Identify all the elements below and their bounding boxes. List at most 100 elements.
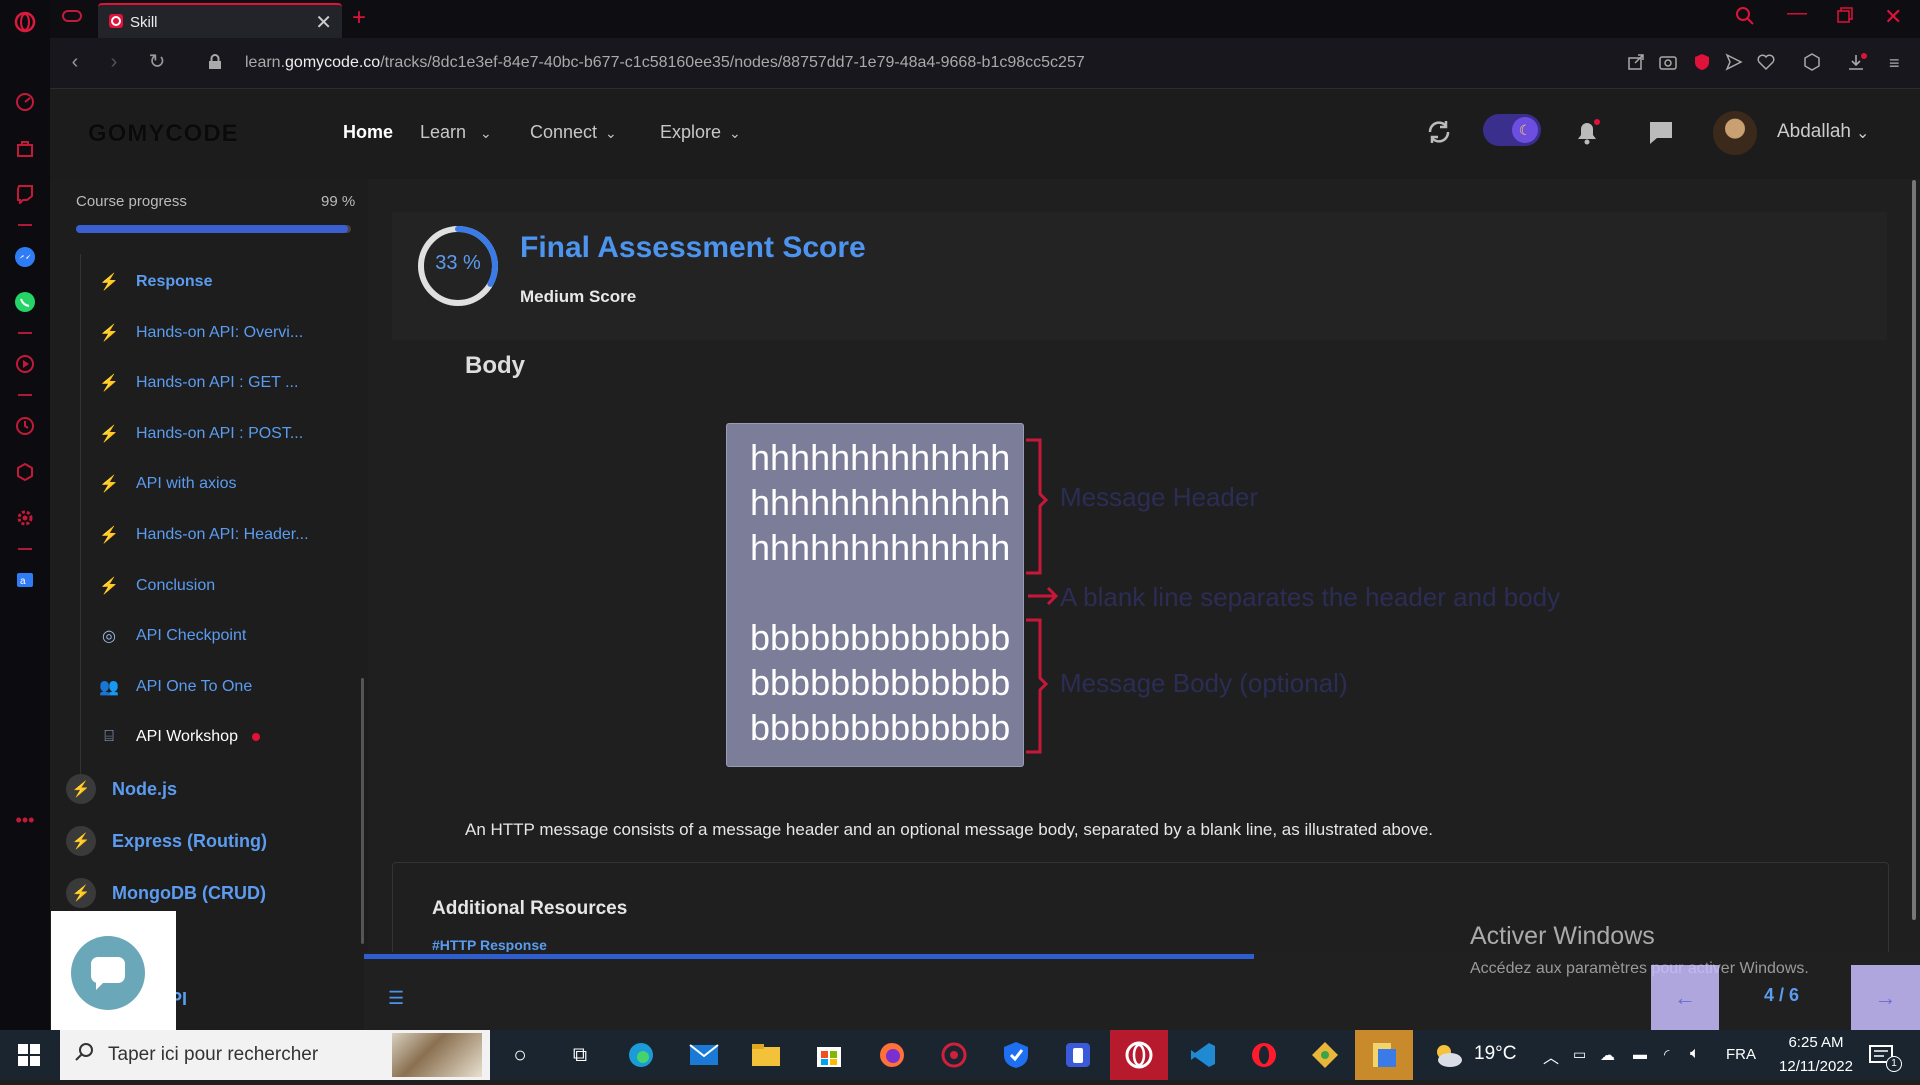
vpn-shield-icon[interactable] (1001, 1040, 1031, 1070)
gamepad-icon[interactable] (62, 8, 82, 29)
vscode-icon[interactable] (1188, 1040, 1218, 1070)
share-icon[interactable] (1627, 53, 1645, 76)
lesson-item[interactable]: ⚡ Hands-on API: Header... (90, 515, 309, 555)
history-icon[interactable] (13, 414, 37, 438)
lesson-item[interactable]: ◎ API Checkpoint (90, 616, 246, 656)
nav-explore[interactable]: Explore ⌄ (660, 122, 741, 143)
lessons-divider (80, 254, 81, 794)
lesson-item[interactable]: ⚡ Conclusion (90, 566, 215, 606)
lesson-item[interactable]: ⚡ Hands-on API : POST... (90, 414, 303, 454)
reload-icon[interactable]: ↻ (146, 51, 168, 73)
user-chevron-down-icon[interactable]: ⌄ (1856, 123, 1869, 143)
lesson-item[interactable]: 👥 API One To One (90, 667, 252, 707)
send-icon[interactable] (1725, 53, 1743, 76)
translate-icon[interactable]: a (13, 568, 37, 592)
speed-dial-icon[interactable] (13, 90, 37, 114)
forward-icon[interactable]: › (103, 51, 125, 73)
page-scrollbar[interactable] (1912, 180, 1916, 920)
camera-icon[interactable] (1659, 53, 1677, 76)
bookmark-heart-icon[interactable] (1757, 53, 1775, 76)
file-explorer-icon[interactable] (751, 1040, 781, 1070)
firefox-icon[interactable] (877, 1040, 907, 1070)
nav-connect[interactable]: Connect ⌄ (530, 122, 617, 143)
back-icon[interactable]: ‹ (64, 51, 86, 73)
settings-gear-icon[interactable] (13, 506, 37, 530)
refresh-icon[interactable] (1425, 118, 1453, 151)
mail-icon[interactable] (689, 1040, 719, 1070)
restore-icon[interactable] (1836, 6, 1854, 29)
nav-explore-label: Explore (660, 122, 722, 142)
site-header (50, 89, 1920, 179)
phone-link-icon[interactable] (1063, 1040, 1093, 1070)
extensions-cube-icon[interactable] (1803, 53, 1821, 76)
windows-start-icon[interactable] (18, 1044, 40, 1071)
search-icon (74, 1042, 94, 1068)
module-item[interactable]: ⚡ Node.js (66, 769, 177, 809)
lesson-item[interactable]: ⚡ API with axios (90, 464, 236, 504)
sidebar-scrollbar[interactable] (361, 678, 364, 944)
task-view-icon[interactable]: ⧉ (565, 1040, 595, 1070)
wifi-icon[interactable]: ◜ (1664, 1046, 1669, 1063)
shopping-icon[interactable] (13, 136, 37, 160)
opera-icon[interactable] (1249, 1040, 1279, 1070)
input-language[interactable]: FRA (1726, 1046, 1756, 1063)
module-item[interactable]: ⚡ MongoDB (CRUD) (66, 873, 266, 913)
meet-now-icon[interactable]: ▭ (1573, 1046, 1586, 1063)
lesson-item[interactable]: ⚡ Response (90, 262, 212, 302)
clock-date[interactable]: 12/11/2022 (1766, 1058, 1866, 1075)
progress-bar-track (76, 225, 351, 233)
player-icon[interactable] (13, 352, 37, 376)
prev-button[interactable]: ← (1651, 965, 1719, 1030)
weather-temp[interactable]: 19°C (1474, 1043, 1516, 1065)
window-close-icon[interactable]: ✕ (1884, 4, 1902, 30)
module-item[interactable]: ⚡ Express (Routing) (66, 821, 267, 861)
messenger-icon[interactable] (13, 245, 37, 269)
opera-gx-active[interactable] (1110, 1030, 1168, 1080)
search-tabs-icon[interactable] (1735, 6, 1755, 31)
taskbar-search[interactable]: Taper ici pour rechercher (60, 1030, 490, 1080)
nav-learn[interactable]: Learn ⌄ (420, 122, 492, 143)
outline-toggle-icon[interactable]: ☰ (388, 988, 404, 1009)
git-icon[interactable] (1310, 1040, 1340, 1070)
next-button[interactable]: → (1851, 965, 1920, 1030)
site-logo[interactable]: GOMYCODE (88, 120, 239, 148)
lesson-item[interactable]: ⌸ API Workshop (90, 717, 260, 757)
lesson-item[interactable]: ⚡ Hands-on API : GET ... (90, 363, 298, 403)
nav-home[interactable]: Home (343, 122, 393, 143)
minimize-icon[interactable]: — (1787, 2, 1807, 25)
tab-close-icon[interactable]: ✕ (315, 10, 332, 35)
avatar[interactable] (1713, 111, 1757, 155)
store-icon[interactable] (814, 1040, 844, 1070)
lesson-item[interactable]: ⚡ Hands-on API: Overvi... (90, 313, 303, 353)
url-field[interactable]: learn.gomycode.co/tracks/8dc1e3ef-84e7-4… (245, 54, 1085, 72)
new-tab-icon[interactable]: + (352, 4, 366, 32)
easy-setup-icon[interactable]: ≡ (1889, 53, 1900, 74)
cortana-icon[interactable]: ○ (505, 1040, 535, 1070)
twitch-icon[interactable] (13, 182, 37, 206)
tray-chevron-icon[interactable]: ︿ (1543, 1044, 1559, 1068)
extensions-icon[interactable] (13, 460, 37, 484)
battery-icon[interactable]: ▬ (1633, 1046, 1647, 1062)
onedrive-cloud-icon[interactable]: ☁ (1600, 1046, 1615, 1064)
edge-icon[interactable] (626, 1040, 656, 1070)
search-placeholder: Taper ici pour rechercher (108, 1044, 319, 1065)
clock-time[interactable]: 6:25 AM (1776, 1034, 1856, 1051)
chat-widget-button[interactable] (71, 936, 145, 1010)
file-manager-active[interactable] (1355, 1030, 1413, 1080)
antivirus-icon[interactable] (939, 1040, 969, 1070)
username[interactable]: Abdallah (1777, 121, 1851, 143)
resource-link[interactable]: #HTTP Response (432, 937, 547, 953)
more-options-icon[interactable]: ••• (13, 808, 37, 832)
label-message-body: Message Body (optional) (1060, 668, 1348, 698)
opera-logo-icon[interactable] (13, 10, 37, 34)
download-icon[interactable] (1847, 53, 1867, 78)
adblock-shield-icon[interactable] (1693, 53, 1711, 76)
chat-icon[interactable] (1647, 119, 1675, 152)
notifications-bell-icon[interactable] (1572, 117, 1602, 152)
volume-icon[interactable]: 🔈︎ (1690, 1045, 1700, 1063)
whatsapp-icon[interactable] (13, 290, 37, 314)
action-center-icon[interactable]: 1 (1868, 1044, 1902, 1075)
theme-toggle[interactable]: ☾ (1483, 114, 1541, 146)
lesson-label: Hands-on API : GET ... (136, 374, 299, 391)
tab-skill[interactable]: Skill ✕ (98, 3, 342, 40)
